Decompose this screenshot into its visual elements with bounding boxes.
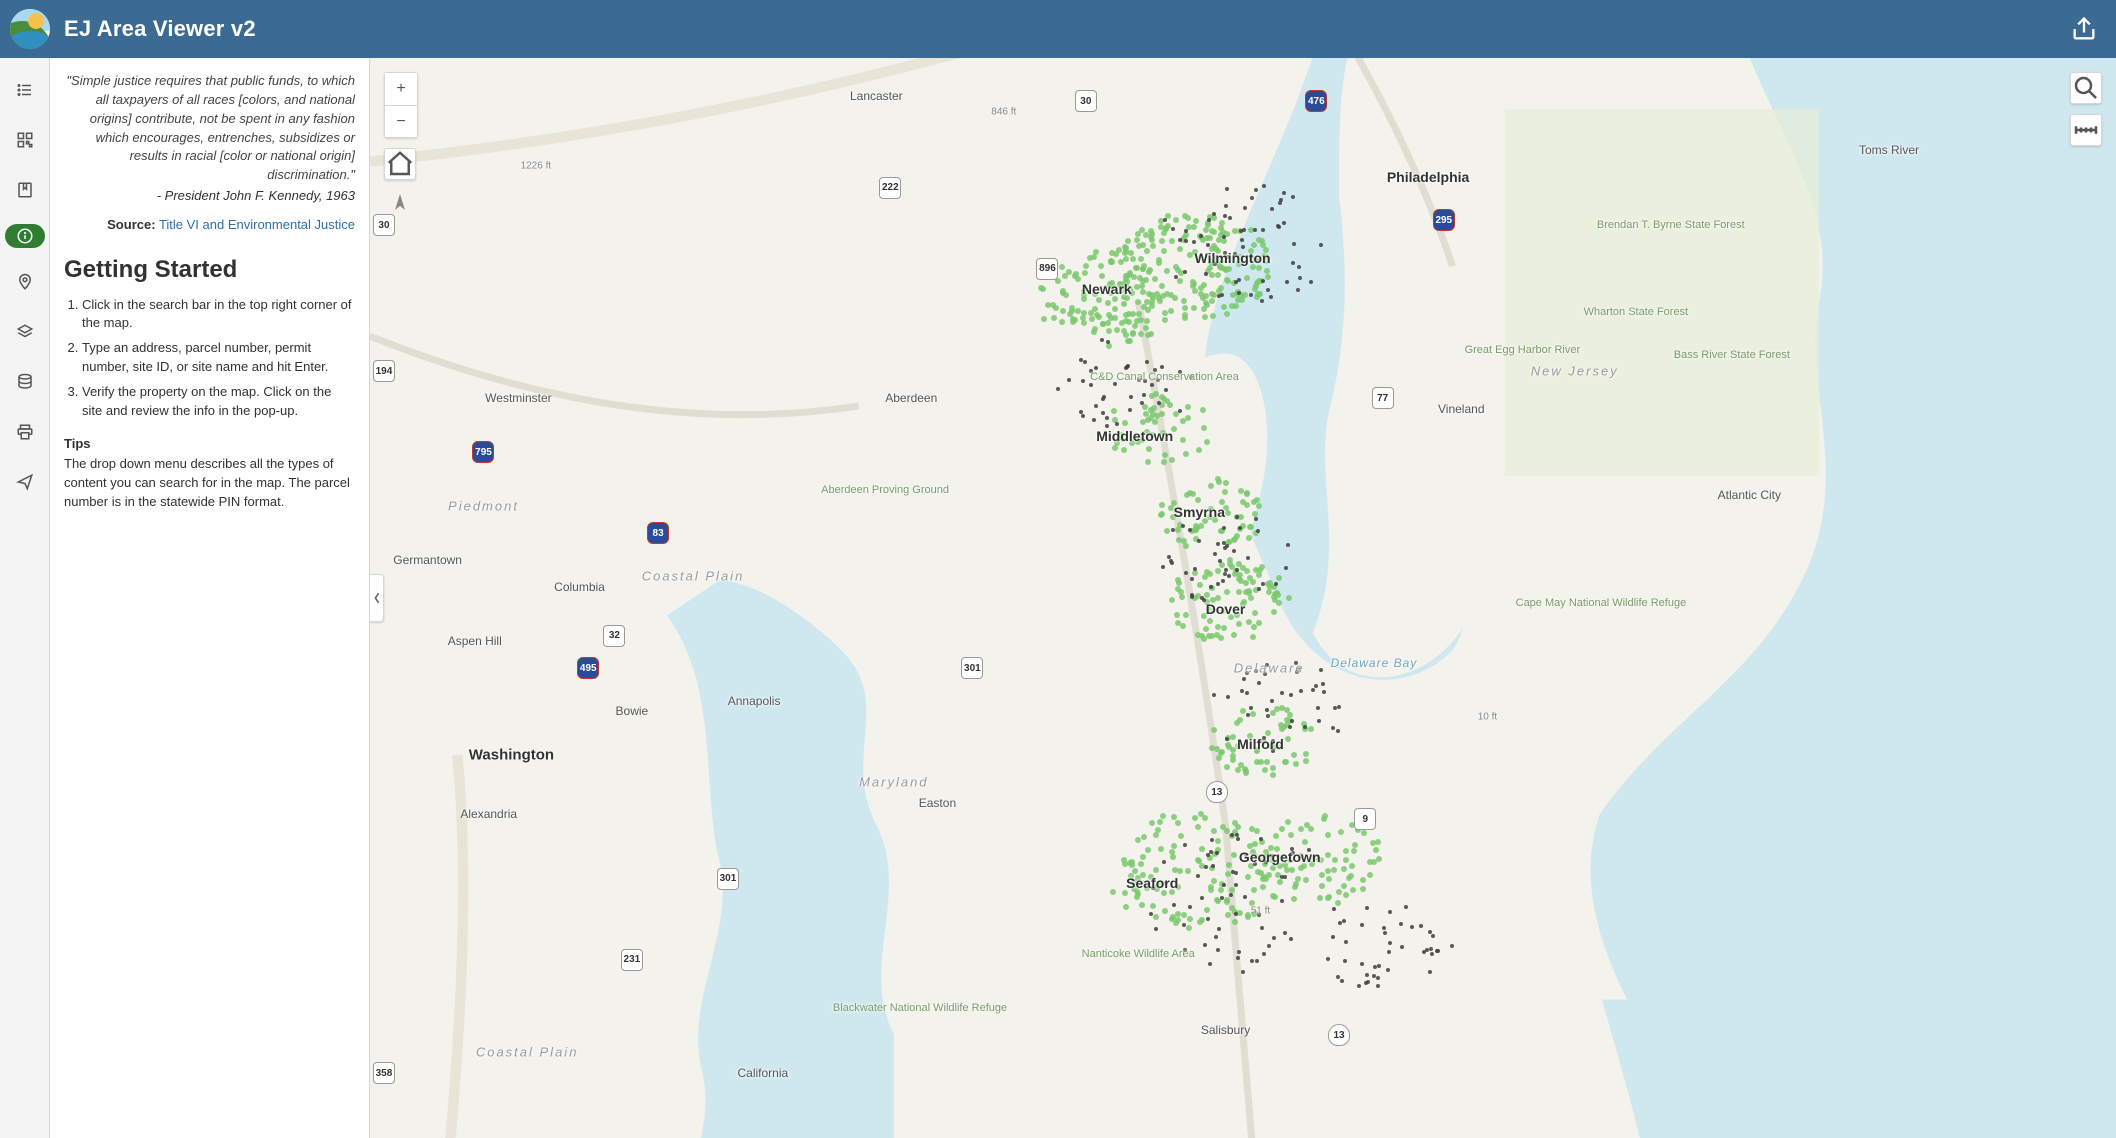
compass-icon [393,194,407,214]
source-link[interactable]: Title VI and Environmental Justice [159,217,355,232]
home-button[interactable] [384,148,416,180]
measure-button[interactable] [2070,114,2102,146]
zoom-out-button[interactable]: − [385,105,417,137]
sidebar-location[interactable] [9,266,41,298]
pin-icon [16,273,34,291]
bookmark-icon [16,181,34,199]
sidebar-info[interactable] [5,224,45,248]
database-icon [16,373,34,391]
map[interactable]: WashingtonPhiladelphiaWilmingtonNewarkMi… [370,58,2116,1138]
share-icon [2070,15,2098,43]
app-title: EJ Area Viewer v2 [64,16,256,42]
steps-list: Click in the search bar in the top right… [82,296,355,421]
map-controls-right [2070,72,2102,146]
panel-collapse-handle[interactable] [370,574,384,622]
step-item: Verify the property on the map. Click on… [82,383,355,421]
sidebar-print[interactable] [9,416,41,448]
info-panel: "Simple justice requires that public fun… [50,58,370,1138]
map-canvas [370,58,2116,1138]
search-button[interactable] [2070,72,2102,104]
quote-attribution: - President John F. Kennedy, 1963 [64,187,355,206]
zoom-in-button[interactable]: + [385,73,417,105]
sidebar [0,58,50,1138]
home-icon [385,149,415,179]
tips-heading: Tips [64,435,355,454]
step-item: Type an address, parcel number, permit n… [82,339,355,377]
header-left: EJ Area Viewer v2 [10,9,256,49]
step-item: Click in the search bar in the top right… [82,296,355,334]
quote-text: "Simple justice requires that public fun… [64,72,355,185]
panel-heading: Getting Started [64,253,355,288]
ruler-icon [2071,115,2101,145]
compass[interactable] [393,194,407,214]
sidebar-qrcode[interactable] [9,124,41,156]
chevron-left-icon [373,591,381,605]
sidebar-data[interactable] [9,366,41,398]
share-button[interactable] [2070,15,2098,43]
zoom-control: + − [384,72,418,138]
info-icon [16,227,34,245]
layers-icon [16,323,34,341]
app-header: EJ Area Viewer v2 [0,0,2116,58]
sidebar-send[interactable] [9,466,41,498]
sidebar-legend[interactable] [9,74,41,106]
print-icon [16,423,34,441]
tips-body: The drop down menu describes all the typ… [64,455,355,512]
search-icon [2071,73,2101,103]
qr-icon [16,131,34,149]
sidebar-layers[interactable] [9,316,41,348]
send-icon [16,473,34,491]
main: "Simple justice requires that public fun… [0,58,2116,1138]
source-label: Source: [107,217,155,232]
map-controls-left: + − [384,72,418,214]
source-line: Source: Title VI and Environmental Justi… [64,216,355,235]
app-logo [10,9,50,49]
sidebar-bookmark[interactable] [9,174,41,206]
list-icon [16,81,34,99]
